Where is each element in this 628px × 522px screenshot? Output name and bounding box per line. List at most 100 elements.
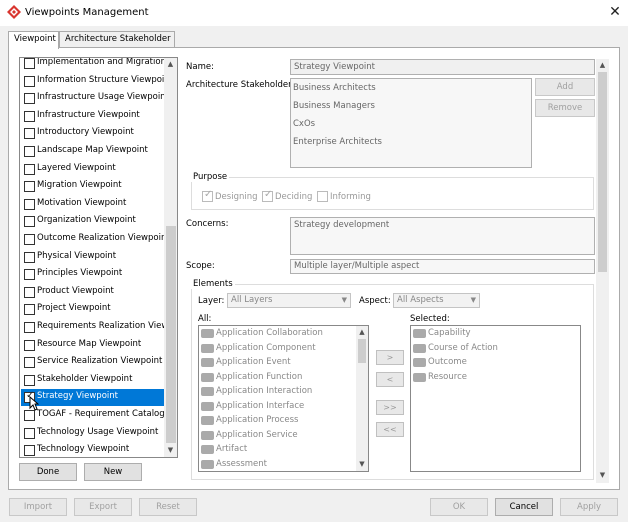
viewpoint-list-item[interactable]: Organization Viewpoint (21, 213, 164, 230)
viewpoint-list-item[interactable]: Layered Viewpoint (21, 161, 164, 178)
viewpoint-list-scrollbar[interactable]: ▲ ▼ (164, 58, 177, 457)
viewpoint-list[interactable]: Implementation and Migration ... Informat… (19, 57, 178, 458)
all-elements-scrollbar[interactable]: ▲ ▼ (356, 326, 368, 471)
stakeholder-item[interactable]: Business Managers (293, 101, 375, 111)
scroll-up-icon[interactable]: ▲ (356, 326, 368, 339)
selected-elements-list[interactable]: Capability Course of Action Outcome Resourc… (410, 325, 581, 472)
viewpoint-list-item[interactable]: Migration Viewpoint (21, 178, 164, 195)
reset-button[interactable]: Reset (139, 498, 197, 516)
viewpoint-list-item[interactable]: Stakeholder Viewpoint (21, 372, 164, 389)
cancel-button[interactable]: Cancel (495, 498, 553, 516)
purpose-title: Purpose (191, 172, 230, 182)
viewpoint-list-item[interactable]: Service Realization Viewpoint (21, 354, 164, 371)
viewpoint-checkbox[interactable] (24, 234, 35, 245)
element-label: Resource (428, 371, 467, 382)
viewpoint-list-item[interactable]: Technology Viewpoint (21, 442, 164, 457)
stakeholder-item[interactable]: Business Architects (293, 83, 376, 93)
remove-all-elements-button[interactable]: << (376, 422, 404, 437)
viewpoint-checkbox[interactable] (24, 286, 35, 298)
stakeholder-item[interactable]: CxOs (293, 119, 315, 129)
scroll-down-icon[interactable]: ▼ (356, 458, 368, 471)
viewpoint-list-item[interactable]: Requirements Realization View... (21, 319, 164, 336)
viewpoint-checkbox[interactable] (24, 75, 35, 87)
scroll-up-icon[interactable]: ▲ (596, 59, 609, 72)
scroll-thumb[interactable] (598, 72, 607, 272)
viewpoint-label: Physical Viewpoint (37, 250, 117, 261)
scroll-down-icon[interactable]: ▼ (164, 444, 177, 457)
viewpoint-checkbox[interactable] (24, 198, 35, 210)
viewpoint-checkbox[interactable] (24, 110, 35, 122)
viewpoint-checkbox[interactable] (24, 357, 35, 369)
element-label: Course of Action (428, 342, 498, 353)
viewpoint-checkbox[interactable] (24, 427, 35, 439)
viewpoint-list-item[interactable]: Implementation and Migration ... (21, 58, 164, 72)
concerns-field[interactable]: Strategy development (290, 217, 595, 255)
viewpoint-list-item[interactable]: Motivation Viewpoint (21, 196, 164, 213)
designing-checkbox[interactable]: ✓ (202, 189, 213, 202)
viewpoint-list-item[interactable]: Introductory Viewpoint (21, 125, 164, 142)
scroll-up-icon[interactable]: ▲ (164, 58, 177, 71)
viewpoint-list-item[interactable]: Physical Viewpoint (21, 249, 164, 266)
viewpoint-checkbox[interactable] (24, 322, 35, 333)
scroll-thumb[interactable] (166, 226, 176, 443)
viewpoint-checkbox[interactable] (24, 410, 35, 421)
app-logo-icon (7, 5, 21, 19)
close-icon[interactable]: ✕ (606, 3, 624, 21)
viewpoint-list-item[interactable]: Outcome Realization Viewpoint (21, 231, 164, 248)
viewpoint-list-item[interactable]: Infrastructure Usage Viewpoint (21, 90, 164, 107)
remove-element-button[interactable]: < (376, 372, 404, 387)
viewpoint-list-item[interactable]: Product Viewpoint (21, 284, 164, 301)
viewpoint-label: Motivation Viewpoint (37, 197, 127, 208)
title-bar: Viewpoints Management ✕ (0, 0, 628, 26)
ok-button[interactable]: OK (430, 498, 488, 516)
viewpoint-checkbox[interactable] (24, 269, 35, 281)
informing-checkbox[interactable] (317, 191, 328, 202)
viewpoint-list-item[interactable]: TOGAF - Requirement Catalog (21, 407, 164, 424)
viewpoint-list-item[interactable]: Information Structure Viewpoint (21, 73, 164, 90)
name-label: Name: (186, 62, 214, 72)
viewpoint-list-item[interactable]: Infrastructure Viewpoint (21, 108, 164, 125)
add-stakeholder-button[interactable]: Add (535, 78, 595, 96)
name-field[interactable]: Strategy Viewpoint (290, 59, 595, 75)
viewpoint-checkbox[interactable] (24, 163, 35, 175)
viewpoint-checkbox[interactable] (24, 445, 35, 457)
scope-field[interactable]: Multiple layer/Multiple aspect (290, 259, 595, 274)
viewpoint-checkbox[interactable] (24, 58, 35, 69)
element-type-icon (413, 329, 426, 338)
viewpoint-list-item[interactable]: ✓ Strategy Viewpoint (21, 389, 164, 407)
new-button[interactable]: New (84, 463, 142, 481)
viewpoint-list-item[interactable]: Resource Map Viewpoint (21, 337, 164, 354)
details-scrollbar[interactable]: ▲ ▼ (596, 59, 609, 483)
viewpoint-checkbox[interactable] (24, 181, 35, 193)
viewpoint-list-item[interactable]: Technology Usage Viewpoint (21, 425, 164, 442)
element-label: Application Component (216, 342, 316, 353)
stakeholders-list[interactable]: Business Architects Business Managers Cx… (290, 78, 532, 168)
viewpoint-checkbox[interactable] (24, 339, 35, 351)
viewpoint-checkbox[interactable] (24, 216, 35, 228)
viewpoint-checkbox[interactable] (24, 304, 35, 316)
layer-select[interactable]: All Layers ▼ (227, 293, 351, 308)
all-elements-list[interactable]: Application Collaboration Application Com… (198, 325, 369, 472)
viewpoint-checkbox[interactable] (24, 251, 35, 263)
apply-button[interactable]: Apply (560, 498, 618, 516)
scroll-down-icon[interactable]: ▼ (596, 469, 609, 482)
remove-stakeholder-button[interactable]: Remove (535, 99, 595, 117)
viewpoint-list-item[interactable]: Project Viewpoint (21, 301, 164, 318)
viewpoint-checkbox[interactable] (24, 93, 35, 105)
stakeholder-item[interactable]: Enterprise Architects (293, 137, 382, 147)
tab-viewpoint[interactable]: Viewpoint (8, 31, 59, 49)
viewpoint-list-item[interactable]: Landscape Map Viewpoint (21, 143, 164, 160)
viewpoint-checkbox[interactable] (24, 374, 35, 386)
add-all-elements-button[interactable]: >> (376, 400, 404, 415)
scroll-thumb[interactable] (358, 339, 366, 363)
tab-architecture-stakeholder[interactable]: Architecture Stakeholder (59, 31, 175, 48)
export-button[interactable]: Export (74, 498, 132, 516)
done-button[interactable]: Done (19, 463, 77, 481)
viewpoint-list-item[interactable]: Principles Viewpoint (21, 266, 164, 283)
viewpoint-checkbox[interactable] (24, 146, 35, 157)
deciding-checkbox[interactable]: ✓ (262, 189, 273, 202)
import-button[interactable]: Import (9, 498, 67, 516)
add-element-button[interactable]: > (376, 350, 404, 365)
viewpoint-checkbox[interactable] (24, 128, 35, 140)
aspect-select[interactable]: All Aspects ▼ (393, 293, 480, 308)
